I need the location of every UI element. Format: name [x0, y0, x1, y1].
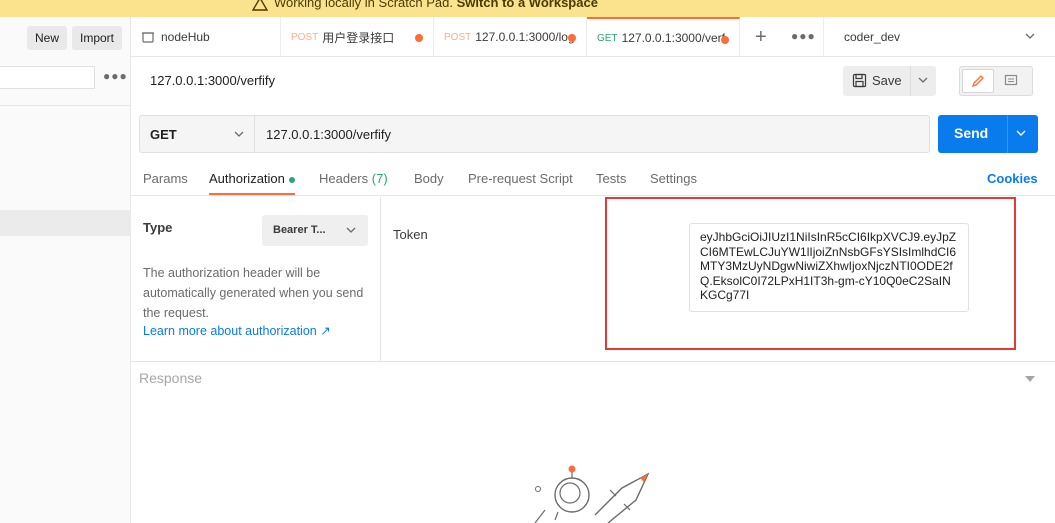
chevron-down-icon[interactable]	[918, 77, 928, 83]
tab-method: GET	[597, 32, 618, 44]
tab-settings[interactable]: Settings	[650, 171, 697, 186]
tab-verify[interactable]: GET 127.0.0.1:3000/verf	[587, 17, 740, 57]
caret-down-icon[interactable]	[1025, 376, 1035, 382]
tab-options-icon[interactable]: ●●●	[791, 29, 816, 43]
chevron-down-icon	[234, 131, 244, 137]
view-toggle	[959, 66, 1033, 96]
auth-description: The authorization header will be automat…	[143, 266, 364, 320]
headers-count: (7)	[371, 171, 388, 186]
auth-type-panel: Type Bearer T... The authorization heade…	[131, 197, 381, 361]
response-label: Response	[139, 370, 203, 386]
chevron-down-icon	[346, 227, 356, 233]
left-sidebar: New Import ●●●	[0, 17, 131, 523]
banner-text: Working locally in Scratch Pad.	[274, 0, 453, 10]
tab-log[interactable]: POST 127.0.0.1:3000/log	[434, 17, 587, 57]
active-dot-icon	[288, 176, 295, 183]
method-label: GET	[150, 127, 177, 142]
save-icon	[852, 73, 867, 88]
sidebar-selected-item[interactable]	[0, 210, 131, 236]
tab-label: 127.0.0.1:3000/log	[475, 30, 575, 44]
comment-icon[interactable]	[1004, 74, 1018, 88]
import-button[interactable]: Import	[72, 26, 123, 50]
sidebar-divider	[0, 105, 131, 106]
tab-nodehub[interactable]: nodeHub	[131, 17, 281, 57]
request-title[interactable]: 127.0.0.1:3000/verfify	[150, 73, 275, 88]
send-button[interactable]: Send	[938, 115, 1038, 153]
tab-body[interactable]: Body	[414, 171, 444, 186]
tab-params[interactable]: Params	[143, 171, 188, 186]
url-input[interactable]: 127.0.0.1:3000/verfify	[266, 127, 391, 142]
pencil-icon	[971, 75, 984, 88]
save-button[interactable]: Save	[843, 66, 936, 96]
tab-bar: nodeHub POST 用户登录接口 POST 127.0.0.1:3000/…	[131, 17, 1055, 57]
tab-authorization-label: Authorization	[209, 171, 285, 186]
cookies-link[interactable]: Cookies	[987, 171, 1038, 186]
warning-icon	[251, 0, 269, 11]
token-label: Token	[393, 227, 428, 242]
unsaved-dot-icon	[415, 34, 423, 42]
token-input[interactable]: eyJhbGciOiJIUzI1NiIsInR5cCI6IkpXVCJ9.eyJ…	[689, 223, 969, 312]
collection-icon	[142, 32, 154, 43]
method-select[interactable]: GET	[140, 116, 255, 152]
request-subtabs: Params Authorization Headers (7) Body Pr…	[131, 159, 1055, 196]
tab-headers[interactable]: Headers (7)	[319, 171, 388, 186]
auth-type-select[interactable]: Bearer T...	[262, 215, 368, 246]
more-options-icon[interactable]: ●●●	[103, 69, 128, 83]
type-label: Type	[143, 220, 173, 235]
chevron-down-icon	[1025, 33, 1035, 39]
tab-label: nodeHub	[161, 30, 210, 44]
learn-more-link[interactable]: Learn more about authorization ↗	[143, 323, 331, 338]
switch-workspace-link[interactable]: Switch to a Workspace	[457, 0, 598, 10]
tab-prerequest-script[interactable]: Pre-request Script	[468, 171, 573, 186]
sidebar-search-input[interactable]	[0, 66, 95, 89]
new-tab-plus-icon[interactable]: +	[755, 26, 767, 49]
unsaved-dot-icon	[568, 34, 576, 42]
new-button[interactable]: New	[27, 26, 68, 50]
send-divider	[1007, 115, 1008, 153]
tab-label: 127.0.0.1:3000/verf	[621, 31, 725, 45]
send-label: Send	[954, 125, 989, 141]
tab-method: POST	[291, 31, 319, 43]
response-divider	[131, 361, 1055, 362]
tab-method: POST	[444, 31, 472, 43]
tab-authorization[interactable]: Authorization	[209, 171, 295, 186]
astronaut-illustration	[534, 465, 650, 523]
tab-headers-label: Headers	[319, 171, 369, 186]
environment-selector[interactable]: coder_dev	[823, 17, 1055, 57]
chevron-down-icon[interactable]	[1016, 130, 1026, 136]
scratchpad-banner: Working locally in Scratch Pad. Switch t…	[0, 0, 1055, 17]
url-bar: GET 127.0.0.1:3000/verfify	[139, 115, 930, 153]
save-divider	[910, 66, 911, 96]
environment-label: coder_dev	[844, 30, 901, 44]
active-tab-underline	[209, 193, 295, 195]
tab-label: 用户登录接口	[322, 30, 395, 45]
auth-type-value: Bearer T...	[273, 224, 326, 236]
tab-login[interactable]: POST 用户登录接口	[281, 17, 434, 57]
unsaved-dot-icon	[721, 36, 729, 44]
save-label: Save	[872, 73, 902, 88]
tab-tests[interactable]: Tests	[596, 171, 626, 186]
